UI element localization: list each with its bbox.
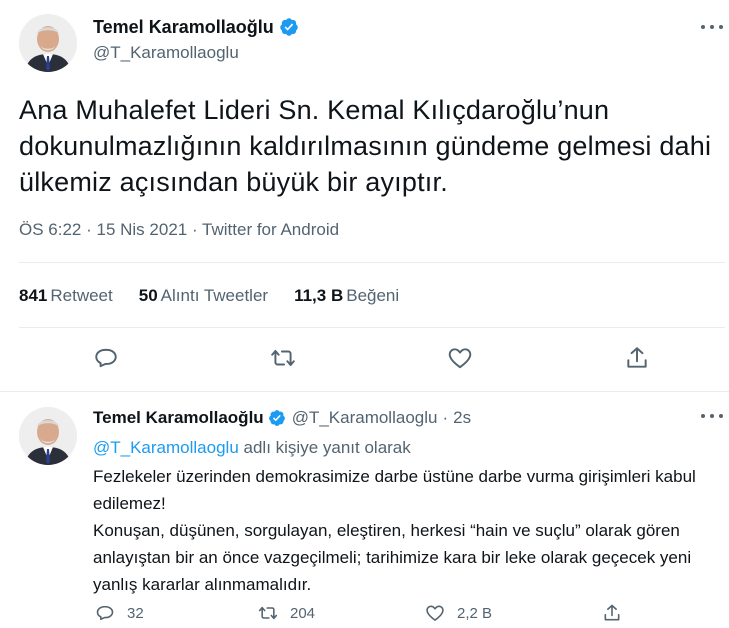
retweet-count: 204: [290, 604, 316, 622]
retweets-label: Retweet: [50, 286, 113, 305]
meta-separator: ·: [442, 408, 449, 427]
like-action[interactable]: 2,2 B: [425, 603, 492, 623]
profile-photo-icon: [19, 14, 77, 72]
quotes-label: Alıntı Tweetler: [160, 286, 269, 305]
retweet-icon: [258, 606, 278, 620]
verified-badge-icon: [279, 17, 299, 37]
likes-stat[interactable]: 11,3 B Beğeni: [294, 286, 399, 306]
replying-to-label: adlı kişiye yanıt olarak: [243, 438, 411, 457]
profile-photo-icon: [19, 407, 77, 465]
like-icon: [426, 605, 444, 621]
share-icon: [604, 604, 620, 621]
reply-action[interactable]: 32: [95, 603, 144, 623]
share-icon[interactable]: [624, 345, 650, 371]
tweet-time[interactable]: 2s: [453, 408, 471, 428]
retweets-count: 841: [19, 286, 48, 305]
quotes-count: 50: [138, 286, 158, 305]
reply-icon[interactable]: [93, 345, 119, 371]
author-name[interactable]: Temel Karamollaoğlu: [93, 408, 264, 428]
author-row: Temel Karamollaoğlu: [93, 15, 299, 39]
more-options-icon[interactable]: [701, 411, 723, 421]
reply-icon: [96, 605, 114, 621]
reply-text: Fezlekeler üzerinden demokrasimize darbe…: [93, 463, 713, 598]
author-handle[interactable]: @T_Karamollaoglu: [93, 43, 239, 63]
divider: [19, 327, 725, 328]
share-action[interactable]: [602, 603, 634, 623]
reply-actions: 32 204 2,2 B: [0, 603, 729, 625]
author-name[interactable]: Temel Karamollaoğlu: [93, 17, 274, 38]
tweet-source[interactable]: Twitter for Android: [202, 220, 339, 239]
mention-link[interactable]: @T_Karamollaoglu: [93, 438, 239, 457]
retweets-stat[interactable]: 841 Retweet: [19, 286, 113, 306]
replying-to: @T_Karamollaoglu adlı kişiye yanıt olara…: [93, 438, 411, 458]
like-icon[interactable]: [447, 345, 473, 371]
tweet-stats: 841 Retweet 50 Alıntı Tweetler 11,3 B Beğen…: [19, 286, 425, 306]
likes-label: Beğeni: [346, 286, 400, 305]
like-count: 2,2 B: [457, 604, 493, 622]
reply-author-row: Temel Karamollaoğlu @T_Karamollaoglu · 2…: [93, 407, 471, 429]
tweet-actions: [0, 345, 729, 373]
retweet-icon[interactable]: [270, 345, 296, 371]
reply-count: 32: [127, 604, 144, 622]
more-options-icon[interactable]: [701, 22, 723, 32]
quotes-stat[interactable]: 50 Alıntı Tweetler: [139, 286, 268, 306]
avatar[interactable]: [19, 14, 77, 72]
tweet-date[interactable]: 15 Nis 2021: [97, 220, 188, 239]
likes-count: 11,3 B: [294, 286, 344, 305]
tweet-meta: ÖS 6:22 · 15 Nis 2021 · Twitter for Andr…: [19, 220, 339, 240]
verified-badge-icon: [268, 409, 286, 427]
divider: [19, 262, 725, 263]
tweet-time[interactable]: ÖS 6:22: [19, 220, 81, 239]
retweet-action[interactable]: 204: [258, 603, 315, 623]
reply-text-paragraph: Konuşan, düşünen, sorgulayan, eleştiren,…: [93, 521, 692, 594]
author-handle[interactable]: @T_Karamollaoglu: [292, 408, 438, 428]
reply-text-paragraph: Fezlekeler üzerinden demokrasimize darbe…: [93, 467, 696, 513]
divider: [0, 391, 729, 392]
meta-separator: ·: [191, 220, 203, 239]
meta-separator: ·: [86, 220, 97, 239]
main-tweet: Temel Karamollaoğlu @T_Karamollaoglu Ana…: [0, 0, 729, 391]
avatar[interactable]: [19, 407, 77, 465]
tweet-text: Ana Muhalefet Lideri Sn. Kemal Kılıçdaro…: [19, 95, 712, 197]
